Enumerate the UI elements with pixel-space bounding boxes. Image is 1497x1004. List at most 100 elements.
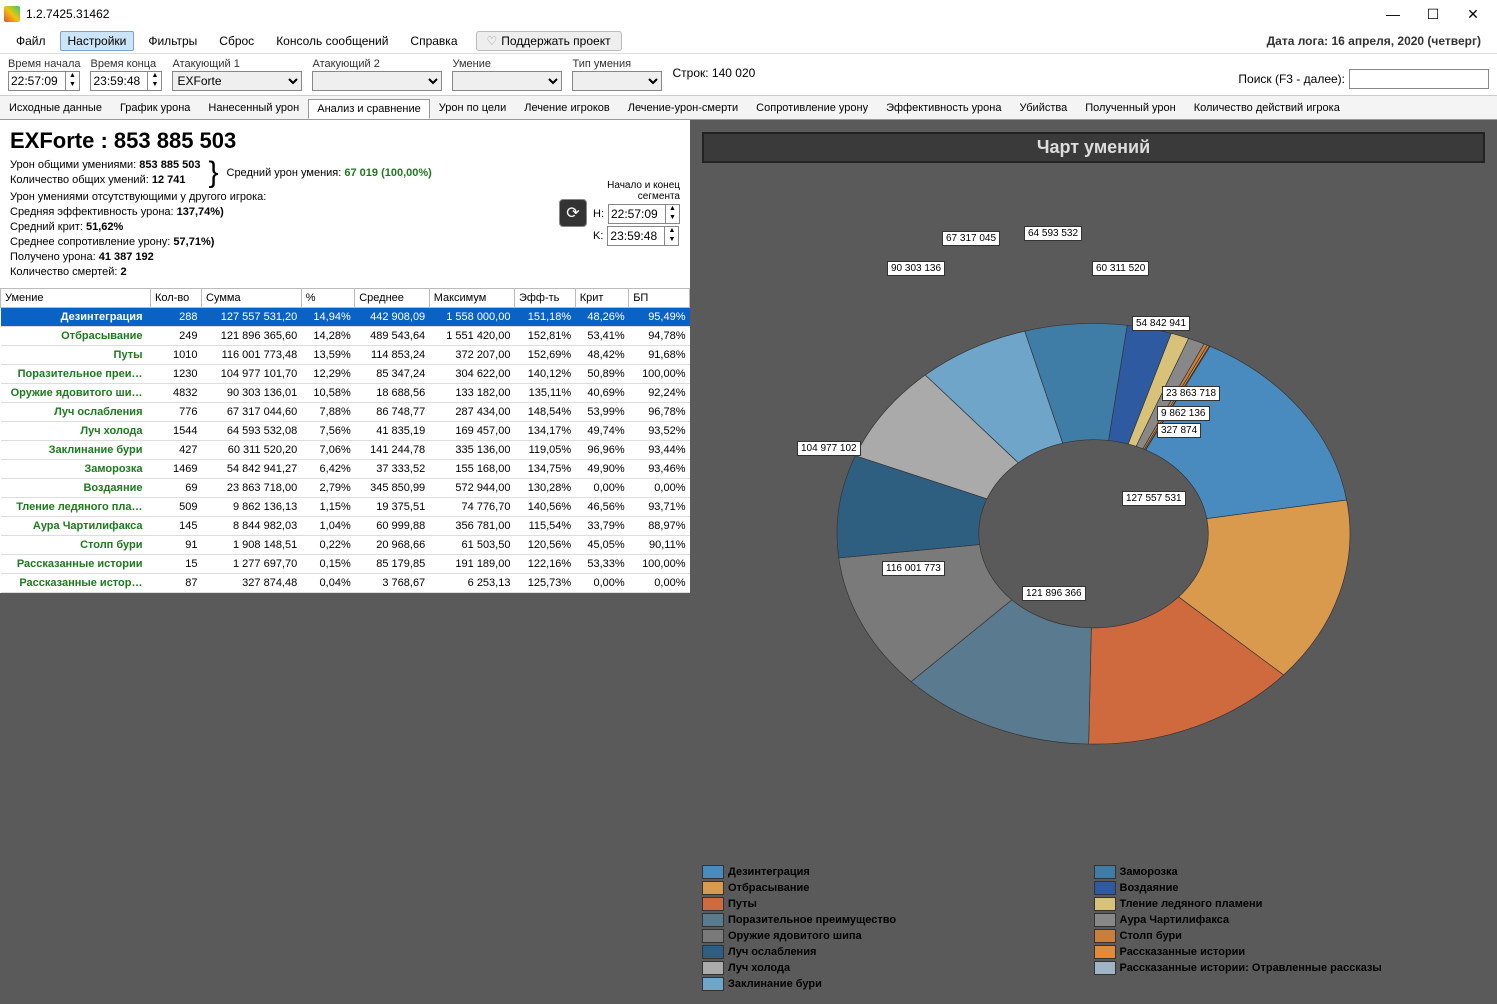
legend-item: Рассказанные истории: Отравленные расска… [1094,960,1486,976]
chart-legend: ДезинтеграцияОтбрасываниеПутыПоразительн… [702,864,1485,992]
menu-settings[interactable]: Настройки [60,31,135,51]
table-row[interactable]: Воздаяние6923 863 718,002,79%345 850,995… [1,479,690,498]
legend-item: Оружие ядовитого шипа [702,928,1094,944]
search-input[interactable] [1349,69,1489,89]
support-button[interactable]: ♡ Поддержать проект [476,31,622,51]
table-row[interactable]: Заморозка146954 842 941,276,42%37 333,52… [1,460,690,479]
menu-file[interactable]: Файл [8,31,54,51]
column-header[interactable]: Эфф-ть [514,289,575,308]
tab-0[interactable]: Исходные данные [0,98,111,118]
column-header[interactable]: Среднее [355,289,429,308]
menu-reset[interactable]: Сброс [211,31,262,51]
tabs-bar: Исходные данныеГрафик уронаНанесенный ур… [0,96,1497,120]
column-header[interactable]: Умение [1,289,151,308]
end-time-input[interactable]: ▲▼ [90,71,162,91]
tab-2[interactable]: Нанесенный урон [199,98,308,118]
legend-item: Рассказанные истории [1094,944,1486,960]
chart-value-label: 127 557 531 [1122,491,1186,506]
tab-9[interactable]: Убийства [1011,98,1077,118]
skill-label: Умение [452,58,562,70]
tab-3[interactable]: Анализ и сравнение [308,99,430,119]
tab-8[interactable]: Эффективность урона [877,98,1010,118]
table-row[interactable]: Аура Чартилифакса1458 844 982,031,04%60 … [1,517,690,536]
table-row[interactable]: Тление ледяного пла…5099 862 136,131,15%… [1,498,690,517]
menu-console[interactable]: Консоль сообщений [268,31,396,51]
chart-value-label: 104 977 102 [797,441,861,456]
player-title: EXForte : 853 885 503 [10,128,680,154]
column-header[interactable]: Сумма [202,289,302,308]
title-bar: 1.2.7425.31462 — ☐ ✕ [0,0,1497,28]
legend-item: Воздаяние [1094,880,1486,896]
start-time-label: Время начала [8,58,80,70]
chart-area: 127 557 531 121 896 366 116 001 773 104 977… [702,171,1485,856]
table-row[interactable]: Отбрасывание249121 896 365,6014,28%489 5… [1,327,690,346]
table-row[interactable]: Луч холода154464 593 532,087,56%41 835,1… [1,422,690,441]
skill-select[interactable] [452,71,562,91]
chart-value-label: 64 593 532 [1024,226,1082,241]
menu-filters[interactable]: Фильтры [140,31,205,51]
legend-item: Луч ослабления [702,944,1094,960]
skilltype-label: Тип умения [572,58,662,70]
minimize-button[interactable]: — [1373,0,1413,28]
start-time-input[interactable]: ▲▼ [8,71,80,91]
table-row[interactable]: Путы1010116 001 773,4813,59%114 853,2437… [1,346,690,365]
close-button[interactable]: ✕ [1453,0,1493,28]
legend-item: Луч холода [702,960,1094,976]
legend-item: Аура Чартилифакса [1094,912,1486,928]
chart-value-label: 67 317 045 [942,231,1000,246]
skilltype-select[interactable] [572,71,662,91]
search-label: Поиск (F3 - далее): [1238,72,1345,86]
table-row[interactable]: Столп бури911 908 148,510,22%20 968,6661… [1,536,690,555]
tab-5[interactable]: Лечение игроков [515,98,619,118]
end-time-label: Время конца [90,58,162,70]
table-row[interactable]: Заклинание бури42760 311 520,207,06%141 … [1,441,690,460]
support-label: Поддержать проект [501,34,610,48]
legend-item: Поразительное преимущество [702,912,1094,928]
tab-10[interactable]: Полученный урон [1076,98,1185,118]
table-row[interactable]: Оружие ядовитого ши…483290 303 136,0110,… [1,384,690,403]
legend-item: Заморозка [1094,864,1486,880]
table-row[interactable]: Рассказанные истор…87327 874,480,04%3 76… [1,574,690,593]
column-header[interactable]: БП [629,289,690,308]
chart-title: Чарт умений [702,132,1485,163]
tab-4[interactable]: Урон по цели [430,98,515,118]
table-row[interactable]: Рассказанные истории151 277 697,700,15%8… [1,555,690,574]
column-header[interactable]: Максимум [429,289,514,308]
segment-end[interactable]: ▲▼ [607,226,679,246]
chart-value-label: 9 862 136 [1157,406,1210,421]
legend-item: Путы [702,896,1094,912]
tab-7[interactable]: Сопротивление урону [747,98,877,118]
legend-item: Тление ледяного пламени [1094,896,1486,912]
chart-value-label: 60 311 520 [1092,261,1149,276]
menu-bar: Файл Настройки Фильтры Сброс Консоль соо… [0,28,1497,54]
tab-6[interactable]: Лечение-урон-смерти [619,98,747,118]
segment-label: Начало и конецсегмента [593,180,680,202]
legend-item: Столп бури [1094,928,1486,944]
chart-value-label: 327 874 [1157,423,1201,438]
menu-help[interactable]: Справка [402,31,465,51]
tab-1[interactable]: График урона [111,98,199,118]
table-row[interactable]: Дезинтеграция288127 557 531,2014,94%442 … [1,308,690,327]
legend-item: Отбрасывание [702,880,1094,896]
table-row[interactable]: Поразительное преи…1230104 977 101,7012,… [1,365,690,384]
chart-value-label: 121 896 366 [1022,586,1086,601]
attacker2-label: Атакующий 2 [312,58,442,70]
maximize-button[interactable]: ☐ [1413,0,1453,28]
column-header[interactable]: % [301,289,355,308]
chart-value-label: 90 303 136 [887,261,945,276]
chart-value-label: 116 001 773 [882,561,945,576]
chart-value-label: 54 842 941 [1132,316,1190,331]
app-icon [4,6,20,22]
segment-start[interactable]: ▲▼ [608,204,680,224]
attacker2-select[interactable] [312,71,442,91]
heart-icon: ♡ [487,34,498,48]
column-header[interactable]: Крит [575,289,629,308]
tab-11[interactable]: Количество действий игрока [1185,98,1349,118]
attacker1-select[interactable]: EXForte [172,71,302,91]
refresh-button[interactable]: ⟳ [559,199,587,227]
skills-table: УмениеКол-воСумма%СреднееМаксимумЭфф-тьК… [0,288,690,593]
table-row[interactable]: Луч ослабления77667 317 044,607,88%86 74… [1,403,690,422]
legend-item: Дезинтеграция [702,864,1094,880]
legend-item: Заклинание бури [702,976,1094,992]
column-header[interactable]: Кол-во [151,289,202,308]
